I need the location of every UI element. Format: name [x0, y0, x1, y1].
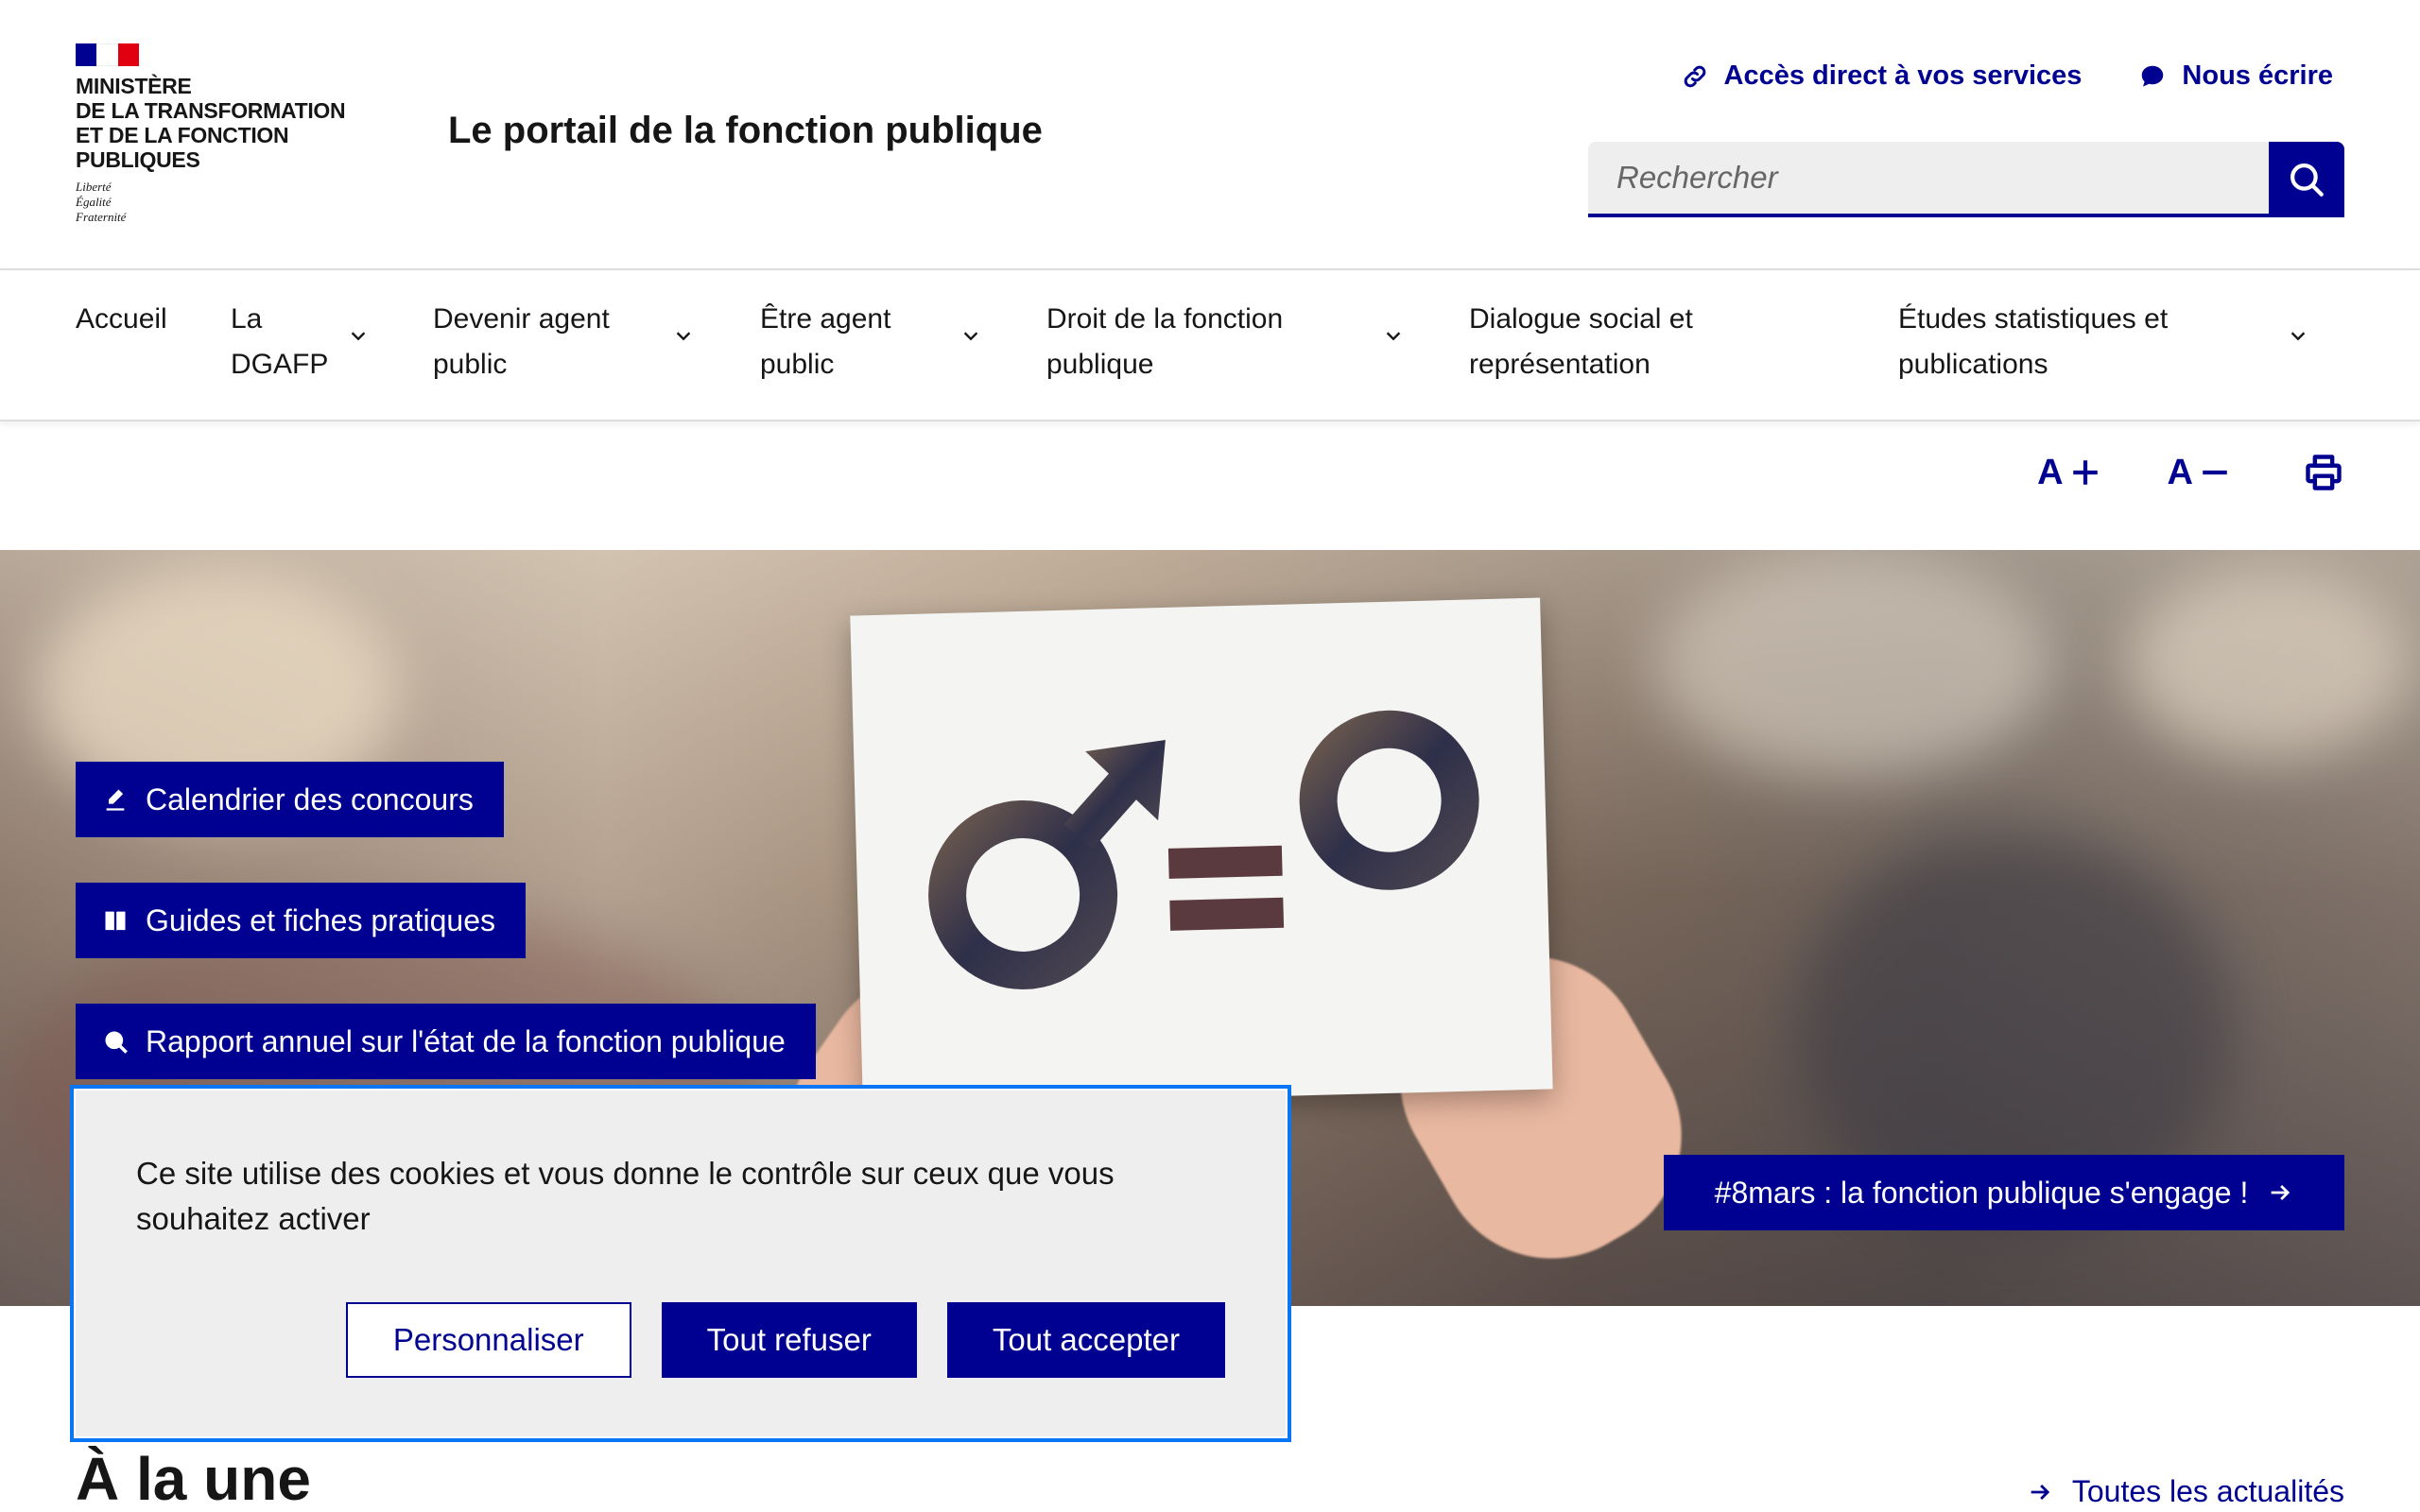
calendar-concours-button[interactable]: Calendrier des concours [76, 762, 504, 837]
arrow-right-icon [2272, 1185, 2290, 1200]
search-button[interactable] [2269, 142, 2344, 217]
nav-item-label: Être agent public [760, 303, 891, 380]
services-link[interactable]: Accès direct à vos services [1681, 60, 2083, 92]
guides-label: Guides et fiches pratiques [146, 902, 495, 937]
nav-item-dgafp[interactable]: La DGAFP [231, 297, 371, 387]
nav-item-label: Études statistiques et publications [1898, 303, 2169, 380]
nav-item-label: Accueil [76, 303, 167, 335]
equality-sign-card [850, 597, 1553, 1108]
nav-item-droit[interactable]: Droit de la fonction publique [1046, 297, 1406, 387]
services-link-label: Accès direct à vos services [1723, 60, 2083, 91]
chat-bubble-icon [2142, 65, 2164, 87]
arrow-right-icon [2031, 1484, 2049, 1500]
link-icon [1684, 65, 1705, 87]
featured-news-button[interactable]: #8mars : la fonction publique s'engage ! [1664, 1155, 2344, 1230]
cookie-banner: Ce site utilise des cookies et vous donn… [70, 1085, 1291, 1442]
accessibility-tools: A A [2037, 452, 2344, 493]
site-header: MINISTÈRE DE LA TRANSFORMATION ET DE LA … [0, 0, 2420, 270]
nav-item-label: Droit de la fonction publique [1046, 303, 1284, 380]
chevron-down-icon [1386, 332, 1401, 341]
chevron-down-icon [2290, 332, 2306, 341]
main-navigation: Accueil La DGAFP Devenir agent public Êt… [0, 272, 2420, 421]
contact-link[interactable]: Nous écrire [2138, 60, 2333, 92]
rapport-annuel-button[interactable]: Rapport annuel sur l'état de la fonction… [76, 1004, 816, 1079]
background-blur [1654, 550, 2051, 777]
nav-item-accueil[interactable]: Accueil [76, 297, 167, 342]
customize-cookies-button[interactable]: Personnaliser [345, 1302, 631, 1378]
section-title: À la une [76, 1445, 311, 1512]
plus-icon [2072, 460, 2098, 485]
book-icon [105, 911, 126, 931]
site-title[interactable]: Le portail de la fonction publique [448, 110, 1043, 152]
nav-item-etudes[interactable]: Études statistiques et publications [1898, 297, 2314, 387]
printer-icon [2306, 455, 2342, 490]
ministry-name: MINISTÈRE DE LA TRANSFORMATION ET DE LA … [76, 74, 346, 172]
guides-button[interactable]: Guides et fiches pratiques [76, 883, 526, 958]
gender-equality-icon [928, 710, 1479, 1000]
rapport-annuel-label: Rapport annuel sur l'état de la fonction… [146, 1023, 786, 1058]
chevron-down-icon [676, 332, 691, 341]
french-flag-icon [76, 43, 139, 66]
nav-item-dialogue-social[interactable]: Dialogue social et représentation [1469, 297, 1809, 387]
minus-icon [2203, 470, 2227, 475]
cookie-message: Ce site utilise des cookies et vous donn… [136, 1156, 1115, 1236]
nav-item-label: Dialogue social et représentation [1469, 303, 1693, 380]
chevron-down-icon [351, 332, 366, 341]
contact-link-label: Nous écrire [2182, 60, 2333, 91]
pencil-icon [106, 789, 125, 811]
decrease-font-label: A [2167, 452, 2193, 492]
print-button[interactable] [2297, 452, 2344, 493]
chevron-down-icon [963, 332, 978, 341]
calendar-concours-label: Calendrier des concours [146, 782, 474, 816]
header-tools: Accès direct à vos services Nous écrire [1681, 60, 2333, 92]
nav-item-etre-agent[interactable]: Être agent public [760, 297, 983, 387]
background-blur [2127, 569, 2411, 758]
featured-news-label: #8mars : la fonction publique s'engage ! [1714, 1175, 2249, 1210]
nav-item-label: Devenir agent public [433, 303, 610, 380]
increase-font-button[interactable]: A [2037, 453, 2100, 493]
accept-all-cookies-button[interactable]: Tout accepter [946, 1302, 1225, 1378]
cookie-actions: Personnaliser Tout refuser Tout accepter [345, 1302, 1225, 1378]
all-news-label: Toutes les actualités [2071, 1474, 2344, 1508]
search-input[interactable] [1588, 142, 2269, 217]
nav-item-label: La DGAFP [231, 303, 329, 380]
nav-item-devenir-agent[interactable]: Devenir agent public [433, 297, 696, 387]
all-news-link[interactable]: Toutes les actualités [2027, 1474, 2344, 1509]
search-icon [105, 1031, 128, 1054]
republic-motto: Liberté Égalité Fraternité [76, 180, 127, 224]
search-icon [2290, 163, 2324, 197]
increase-font-label: A [2037, 452, 2064, 492]
search-bar [1588, 142, 2344, 217]
decrease-font-button[interactable]: A [2168, 453, 2231, 493]
ministry-logo[interactable]: MINISTÈRE DE LA TRANSFORMATION ET DE LA … [76, 43, 378, 225]
refuse-all-cookies-button[interactable]: Tout refuser [661, 1302, 917, 1378]
